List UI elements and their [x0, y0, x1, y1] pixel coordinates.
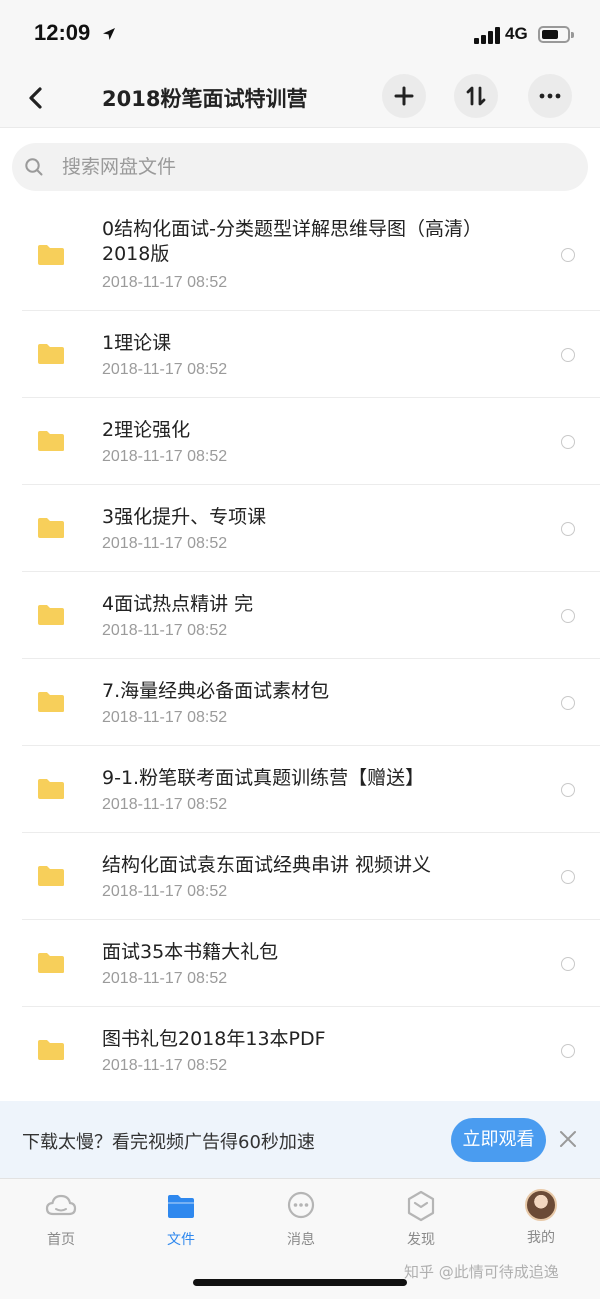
file-date: 2018-11-17 08:52 [102, 535, 228, 552]
avatar [525, 1189, 557, 1221]
list-item[interactable]: 7.海量经典必备面试素材包 2018-11-17 08:52 [0, 659, 600, 746]
list-item[interactable]: 4面试热点精讲 完 2018-11-17 08:52 [0, 572, 600, 659]
list-item[interactable]: 9-1.粉笔联考面试真题训练营【赠送】 2018-11-17 08:52 [0, 746, 600, 833]
file-list: 0结构化面试-分类题型详解思维导图（高清）2018版 2018-11-17 08… [0, 205, 600, 1094]
file-date: 2018-11-17 08:52 [102, 448, 228, 465]
plus-icon [394, 86, 414, 106]
folder-icon [38, 431, 64, 451]
search-input[interactable] [50, 143, 550, 191]
cloud-icon [45, 1194, 77, 1216]
tab-profile[interactable]: 我的 [501, 1189, 581, 1247]
select-radio[interactable] [561, 248, 575, 262]
file-date: 2018-11-17 08:52 [102, 622, 228, 639]
folder-icon [38, 518, 64, 538]
select-radio[interactable] [561, 435, 575, 449]
sort-button[interactable] [454, 74, 498, 118]
select-radio[interactable] [561, 957, 575, 971]
file-date: 2018-11-17 08:52 [102, 1057, 228, 1074]
folder-icon [38, 866, 64, 886]
file-name: 结构化面试袁东面试经典串讲 视频讲义 [102, 854, 432, 876]
select-radio[interactable] [561, 609, 575, 623]
speedup-banner: 下载太慢？看完视频广告得60秒加速 立即观看 [0, 1101, 600, 1178]
list-item[interactable]: 图书礼包2018年13本PDF 2018-11-17 08:52 [0, 1007, 600, 1094]
folder-icon [38, 344, 64, 364]
folder-icon [38, 779, 64, 799]
watch-now-button[interactable]: 立即观看 [451, 1118, 546, 1162]
chat-icon [287, 1191, 315, 1219]
close-icon[interactable] [559, 1130, 577, 1148]
file-date: 2018-11-17 08:52 [102, 796, 228, 813]
home-indicator [193, 1279, 407, 1286]
file-name: 1理论课 [102, 332, 172, 354]
folder-icon [168, 1195, 194, 1218]
tab-messages[interactable]: 消息 [261, 1189, 341, 1249]
file-name: 9-1.粉笔联考面试真题训练营【赠送】 [102, 767, 425, 789]
more-icon [539, 93, 561, 99]
location-arrow-icon [103, 28, 115, 40]
file-date: 2018-11-17 08:52 [102, 274, 228, 291]
tab-label: 文件 [167, 1232, 195, 1248]
file-name: 图书礼包2018年13本PDF [102, 1028, 326, 1050]
signal-icon [474, 26, 500, 44]
list-item[interactable]: 0结构化面试-分类题型详解思维导图（高清）2018版 2018-11-17 08… [0, 205, 600, 311]
page-title: 2018粉笔面试特训营 [102, 87, 308, 111]
tab-discover[interactable]: 发现 [381, 1189, 461, 1249]
file-date: 2018-11-17 08:52 [102, 970, 228, 987]
list-item[interactable]: 2理论强化 2018-11-17 08:52 [0, 398, 600, 485]
nav-bar: 2018粉笔面试特训营 [0, 70, 600, 128]
select-radio[interactable] [561, 1044, 575, 1058]
file-name: 4面试热点精讲 完 [102, 593, 254, 615]
tab-home[interactable]: 首页 [21, 1189, 101, 1249]
folder-icon [38, 953, 64, 973]
sort-icon [466, 86, 486, 106]
more-button[interactable] [528, 74, 572, 118]
banner-text: 下载太慢？看完视频广告得60秒加速 [22, 1132, 315, 1153]
add-button[interactable] [382, 74, 426, 118]
list-item[interactable]: 3强化提升、专项课 2018-11-17 08:52 [0, 485, 600, 572]
file-date: 2018-11-17 08:52 [102, 709, 228, 726]
select-radio[interactable] [561, 870, 575, 884]
tab-bar: 首页 文件 消息 发现 我的 知乎 @此情可待成追逸 [0, 1178, 600, 1299]
file-name: 7.海量经典必备面试素材包 [102, 680, 330, 702]
folder-icon [38, 605, 64, 625]
network-type: 4G [505, 24, 528, 43]
tab-label: 消息 [287, 1232, 315, 1248]
back-icon[interactable] [20, 80, 52, 116]
search-icon [25, 158, 43, 176]
file-name: 0结构化面试-分类题型详解思维导图（高清）2018版 [102, 218, 482, 265]
tab-label: 首页 [47, 1232, 75, 1248]
search-bar[interactable] [12, 143, 588, 191]
watermark: 知乎 @此情可待成追逸 [404, 1263, 559, 1281]
tab-label: 发现 [407, 1232, 435, 1248]
tab-label: 我的 [527, 1230, 555, 1246]
file-name: 面试35本书籍大礼包 [102, 941, 279, 963]
battery-icon [538, 26, 574, 43]
folder-icon [38, 1040, 64, 1060]
list-item[interactable]: 结构化面试袁东面试经典串讲 视频讲义 2018-11-17 08:52 [0, 833, 600, 920]
tab-files[interactable]: 文件 [141, 1189, 221, 1249]
folder-icon [38, 245, 64, 265]
folder-icon [38, 692, 64, 712]
status-bar: 12:09 4G [0, 0, 600, 70]
list-item[interactable]: 1理论课 2018-11-17 08:52 [0, 311, 600, 398]
file-date: 2018-11-17 08:52 [102, 883, 228, 900]
select-radio[interactable] [561, 783, 575, 797]
file-date: 2018-11-17 08:52 [102, 361, 228, 378]
file-name: 3强化提升、专项课 [102, 506, 267, 528]
file-name: 2理论强化 [102, 419, 191, 441]
select-radio[interactable] [561, 696, 575, 710]
status-time: 12:09 [34, 20, 91, 45]
compass-icon [407, 1190, 435, 1222]
select-radio[interactable] [561, 522, 575, 536]
list-item[interactable]: 面试35本书籍大礼包 2018-11-17 08:52 [0, 920, 600, 1007]
select-radio[interactable] [561, 348, 575, 362]
